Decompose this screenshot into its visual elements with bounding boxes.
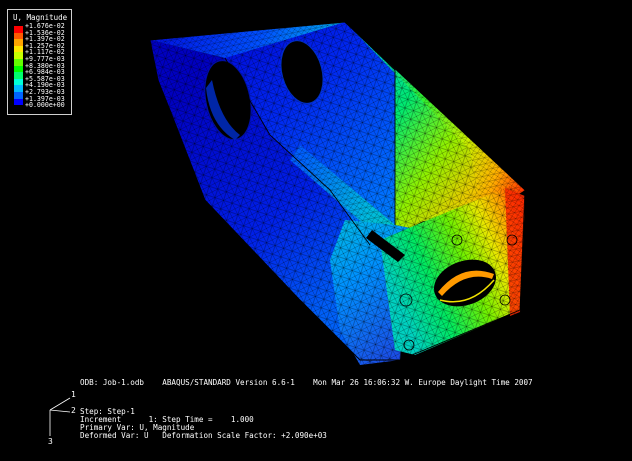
legend-swatch xyxy=(14,58,23,66)
legend-swatch xyxy=(14,78,23,86)
legend-swatch xyxy=(14,32,23,40)
axis-triad: 1 2 3 xyxy=(40,390,80,451)
legend-swatch xyxy=(14,26,23,33)
legend-swatch xyxy=(14,98,23,106)
deformed-var-line: Deformed Var: U Deformation Scale Factor… xyxy=(80,431,327,440)
triad-axis-3-label: 3 xyxy=(48,437,53,446)
legend-title: U, Magnitude xyxy=(13,13,68,22)
legend-value: +0.000e+00 xyxy=(25,101,65,110)
triad-axis-1-label: 1 xyxy=(71,390,76,399)
legend-swatch xyxy=(14,65,23,73)
legend-swatch xyxy=(14,45,23,53)
legend-swatch xyxy=(14,72,23,79)
fe-model-contour-plot[interactable] xyxy=(0,0,632,461)
odb-info-line: ODB: Job-1.odb ABAQUS/STANDARD Version 6… xyxy=(80,378,533,387)
triad-axes-icon xyxy=(49,397,71,436)
legend-swatch xyxy=(14,39,23,46)
contour-legend[interactable]: U, Magnitude +1.676e-02 +1.536e-02 +1.397e… xyxy=(7,9,72,115)
triad-axis-2-label: 2 xyxy=(71,406,76,415)
legend-swatch xyxy=(14,91,23,99)
legend-value-labels: +1.676e-02 +1.536e-02 +1.397e-02 +1.257e-02… xyxy=(25,23,65,109)
legend-swatch xyxy=(14,52,23,59)
legend-swatch xyxy=(14,85,23,92)
viewport-canvas[interactable]: U, Magnitude +1.676e-02 +1.536e-02 +1.397e… xyxy=(0,0,632,461)
legend-color-bar xyxy=(14,26,23,106)
